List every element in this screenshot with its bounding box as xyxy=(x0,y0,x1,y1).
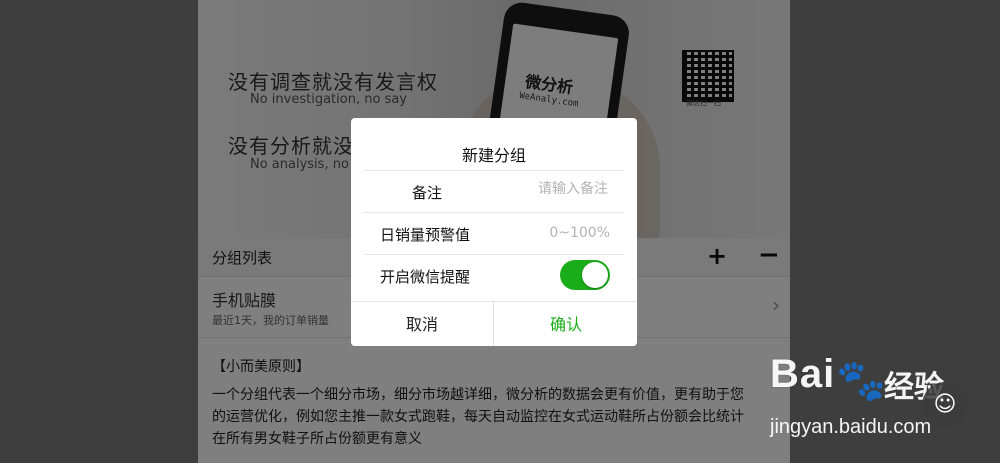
wechat-label: 开启微信提醒 xyxy=(380,268,471,286)
alert-label: 日销量预警值 xyxy=(380,226,471,244)
wechat-row: 开启微信提醒 xyxy=(364,254,624,296)
user-icon[interactable]: ☺ xyxy=(922,382,968,428)
toggle-knob xyxy=(582,262,608,288)
new-group-dialog: 新建分组 备注 日销量预警值 0~100% 开启微信提醒 取消 确认 xyxy=(351,118,637,346)
remark-row: 备注 xyxy=(364,170,624,212)
alert-value[interactable]: 0~100% xyxy=(549,225,610,241)
confirm-button[interactable]: 确认 xyxy=(495,302,637,346)
dialog-actions: 取消 确认 xyxy=(351,301,637,346)
remark-label: 备注 xyxy=(412,184,443,202)
alert-row: 日销量预警值 0~100% xyxy=(364,212,624,254)
baidu-logo-text: Bai xyxy=(770,352,836,396)
remark-input[interactable] xyxy=(496,180,610,198)
dialog-title: 新建分组 xyxy=(461,146,526,165)
cancel-button[interactable]: 取消 xyxy=(351,302,494,346)
watermark-url: jingyan.baidu.com xyxy=(770,416,932,438)
paw-icon: 🐾 xyxy=(836,358,886,404)
wechat-toggle[interactable] xyxy=(560,260,610,290)
